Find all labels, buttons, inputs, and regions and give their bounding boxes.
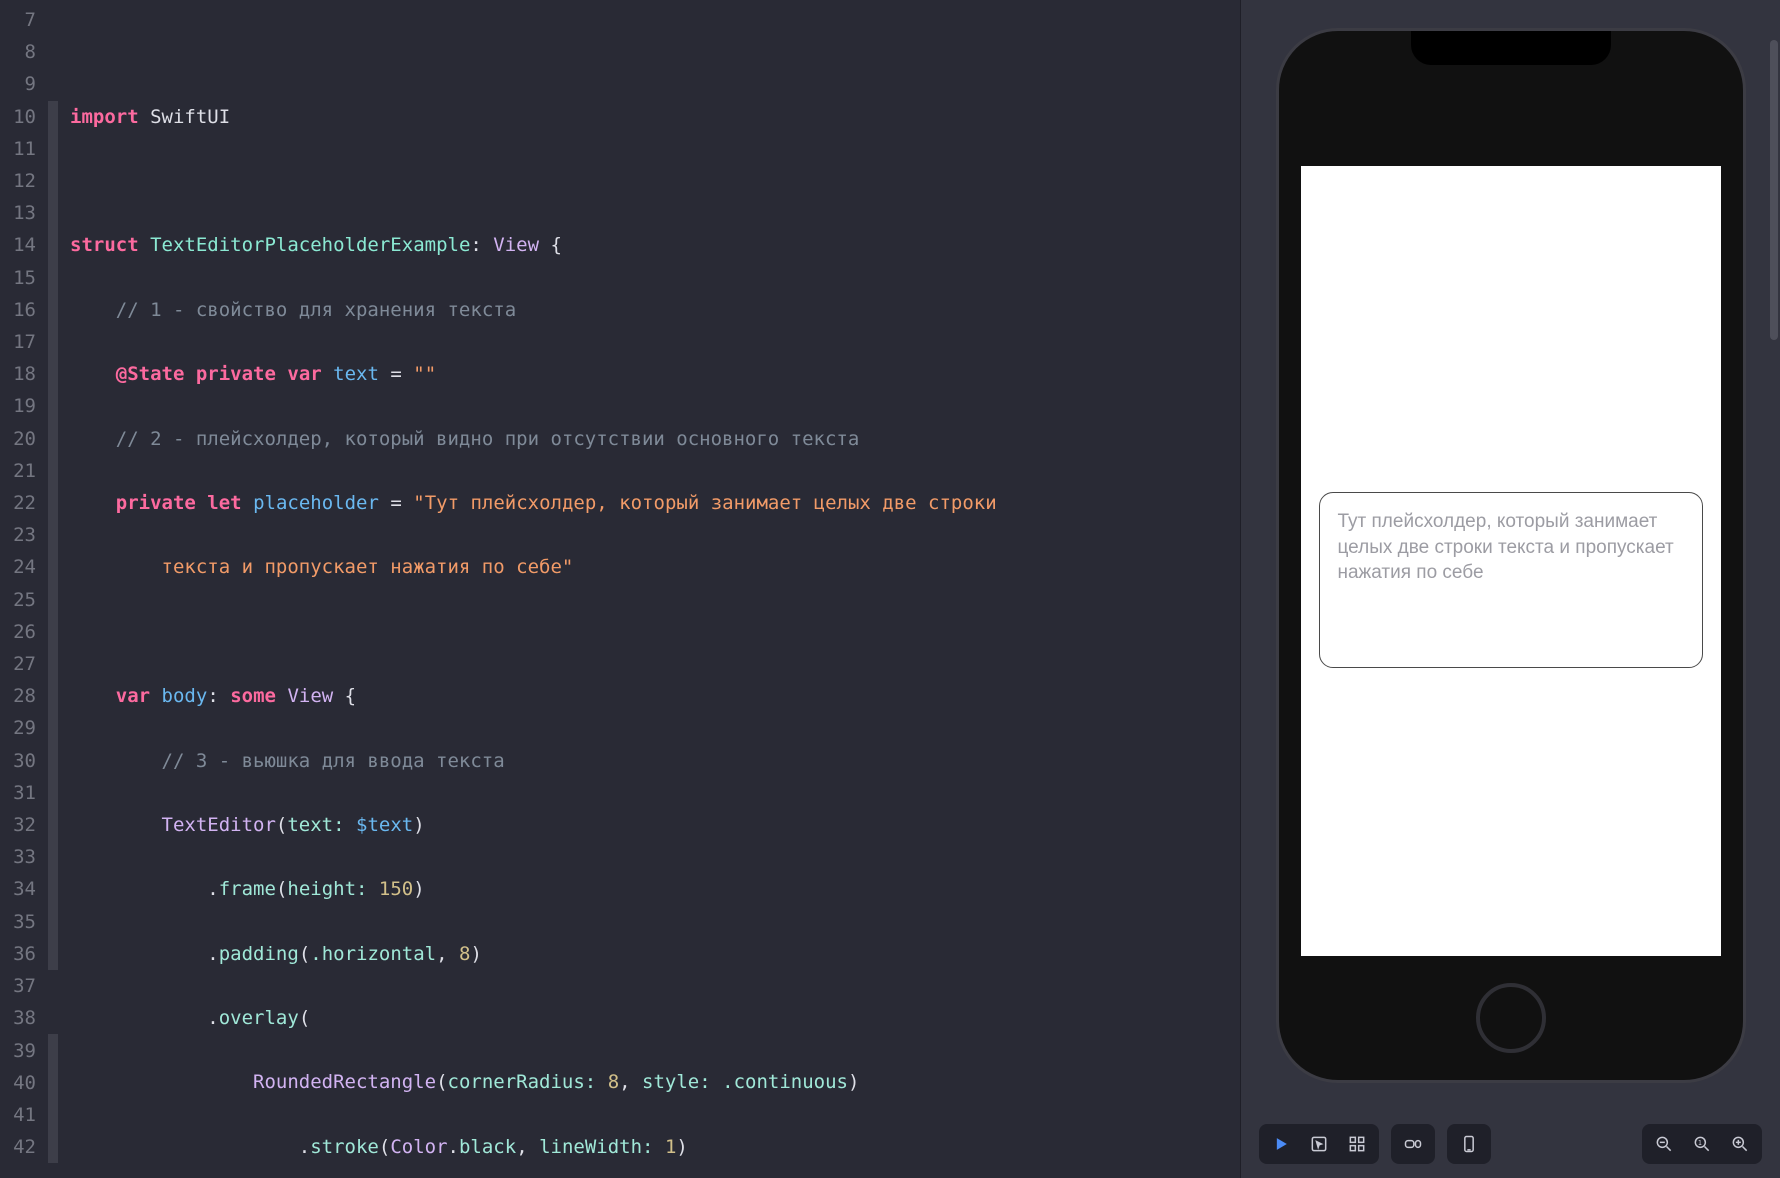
variants-grid-button[interactable] bbox=[1339, 1128, 1375, 1160]
preview-toolbar: 1 bbox=[1241, 1124, 1780, 1164]
zoom-in-button[interactable] bbox=[1722, 1128, 1758, 1160]
phone-screen[interactable]: Тут плейсхолдер, который занимает целых … bbox=[1301, 166, 1721, 956]
device-frame: Тут плейсхолдер, который занимает целых … bbox=[1276, 28, 1746, 1083]
code-editor[interactable]: 7 8 9 10 11 12 13 14 15 16 17 18 19 20 2… bbox=[0, 0, 1240, 1178]
fold-strip[interactable] bbox=[48, 0, 58, 1178]
play-button[interactable] bbox=[1263, 1128, 1299, 1160]
zoom-out-button[interactable] bbox=[1646, 1128, 1682, 1160]
phone-bezel-bottom bbox=[1279, 956, 1743, 1080]
preview-canvas: Тут плейсхолдер, который занимает целых … bbox=[1240, 0, 1780, 1178]
home-button-icon bbox=[1476, 983, 1546, 1053]
line-number-gutter: 7 8 9 10 11 12 13 14 15 16 17 18 19 20 2… bbox=[0, 0, 48, 1178]
code-content[interactable]: import SwiftUI struct TextEditorPlacehol… bbox=[58, 0, 1240, 1178]
device-settings-button[interactable] bbox=[1451, 1128, 1487, 1160]
svg-text:1: 1 bbox=[1698, 1139, 1702, 1147]
placeholder-text: Тут плейсхолдер, который занимает целых … bbox=[1338, 511, 1674, 583]
zoom-actual-button[interactable]: 1 bbox=[1684, 1128, 1720, 1160]
phone-notch bbox=[1411, 31, 1611, 65]
text-editor-field[interactable]: Тут плейсхолдер, который занимает целых … bbox=[1319, 492, 1703, 668]
scrollbar[interactable] bbox=[1770, 40, 1778, 340]
preview-variants-button[interactable] bbox=[1395, 1128, 1431, 1160]
phone-bezel-top bbox=[1279, 31, 1743, 166]
selectable-mode-button[interactable] bbox=[1301, 1128, 1337, 1160]
